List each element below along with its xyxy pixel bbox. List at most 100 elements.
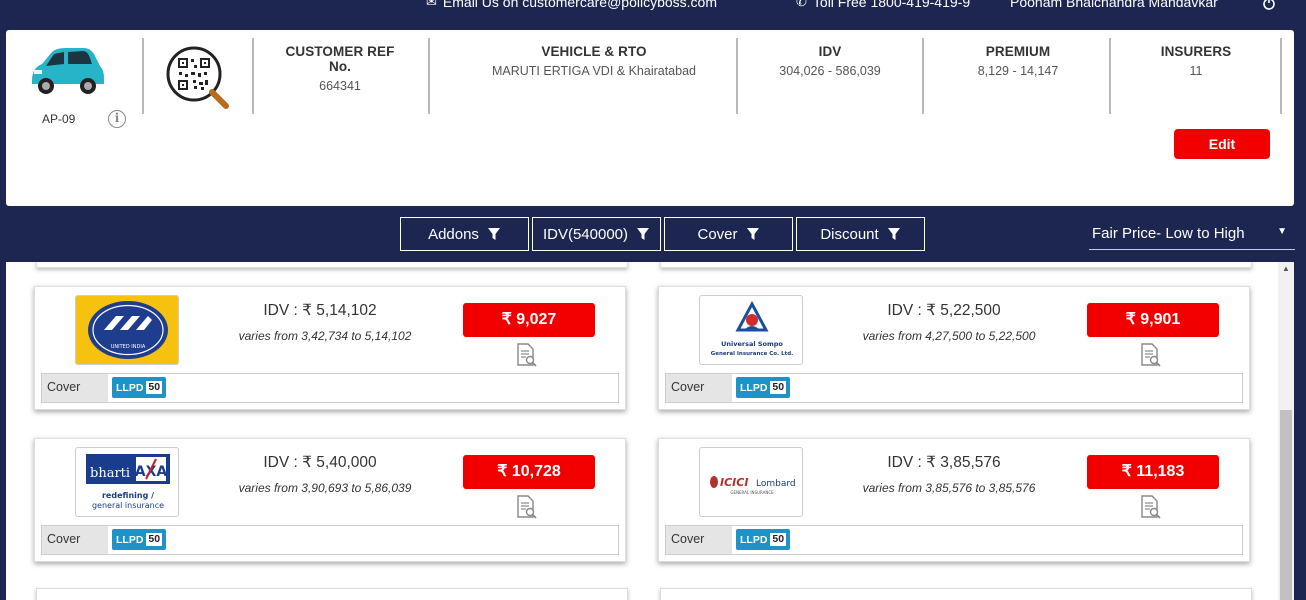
- badge-label: LLPD: [116, 533, 144, 546]
- scroll-up-icon[interactable]: ▲: [1282, 264, 1290, 273]
- badge-value: 50: [146, 533, 163, 546]
- document-search-icon[interactable]: [515, 495, 537, 519]
- svg-text:Universal Sompo: Universal Sompo: [721, 340, 783, 348]
- vehicle-block: AP-09 i: [26, 40, 126, 140]
- logo-text: AXA: [135, 464, 168, 480]
- premium-column: PREMIUM 8,129 - 14,147: [930, 44, 1106, 78]
- previous-card-edge: [660, 262, 1252, 268]
- document-search-icon[interactable]: [1139, 343, 1161, 367]
- idv-value: IDV : ₹ 5,14,102: [263, 302, 377, 319]
- idv-filter-label: IDV(540000): [542, 225, 629, 243]
- quote-card-united-india[interactable]: UNITED INDIA IDV : ₹ 5,14,102 varies fro…: [34, 286, 626, 410]
- idv-range: varies from 3,42,734 to 5,14,102: [238, 329, 412, 343]
- car-icon: [32, 48, 104, 94]
- user-menu[interactable]: Poonam Bhalchandra Mandavkar: [1010, 0, 1218, 10]
- power-icon[interactable]: [1262, 0, 1276, 10]
- scrollbar-thumb[interactable]: [1280, 410, 1292, 600]
- column-value: 664341: [319, 79, 361, 93]
- divider: [252, 38, 254, 114]
- divider: [1280, 38, 1282, 114]
- premium-buy-button[interactable]: ₹ 9,027: [463, 303, 595, 337]
- premium-buy-button[interactable]: ₹ 9,901: [1087, 303, 1219, 337]
- sort-selected-value: Fair Price- Low to High: [1092, 225, 1245, 242]
- badge-value: 50: [146, 381, 163, 394]
- vehicle-rto-column: VEHICLE & RTO MARUTI ERTIGA VDI & Khaira…: [446, 44, 742, 78]
- sort-select[interactable]: Fair Price- Low to High ▼: [1089, 218, 1295, 250]
- premium-buy-button[interactable]: ₹ 10,728: [463, 455, 595, 489]
- tollfree-link[interactable]: ✆ Toll Free 1800-419-419-9: [796, 0, 970, 10]
- caret-down-icon: ▼: [1277, 226, 1287, 237]
- column-value: 11: [1189, 64, 1203, 78]
- qr-search-button[interactable]: [166, 46, 230, 110]
- llpd-badge: LLPD 50: [736, 377, 791, 398]
- column-value: 8,129 - 14,147: [977, 64, 1059, 78]
- premium-buy-button[interactable]: ₹ 11,183: [1087, 455, 1219, 489]
- divider: [736, 38, 738, 114]
- envelope-icon: ✉: [426, 0, 437, 9]
- rto-code: AP-09: [42, 112, 76, 126]
- column-value: 304,026 - 586,039: [779, 64, 881, 78]
- discount-filter-label: Discount: [820, 225, 879, 243]
- badge-label: LLPD: [740, 533, 768, 546]
- united-india-logo: UNITED INDIA: [75, 295, 179, 365]
- llpd-badge: LLPD 50: [112, 529, 167, 550]
- edit-button[interactable]: Edit: [1174, 129, 1270, 159]
- next-card-edge: [660, 588, 1252, 600]
- divider: [428, 38, 430, 114]
- quote-summary-card: AP-09 i CUSTOMER REF No. 664341 VEHICLE …: [6, 30, 1294, 206]
- icici-lombard-logo: ICICI Lombard GENERAL INSURANCE: [699, 447, 803, 517]
- cover-filter-button[interactable]: Cover: [664, 217, 793, 251]
- previous-card-edge: [36, 262, 628, 268]
- logo-text: bharti: [90, 466, 130, 481]
- bharti-axa-logo: bharti AXA redefining / general insuranc…: [75, 447, 179, 517]
- filter-icon: [887, 228, 900, 240]
- qr-magnifier-icon: [166, 46, 229, 109]
- badge-label: LLPD: [740, 381, 768, 394]
- tollfree-text: Toll Free 1800-419-419-9: [812, 0, 971, 10]
- divider: [142, 38, 144, 114]
- idv-range: varies from 4,27,500 to 5,22,500: [862, 329, 1036, 343]
- logo-text: ICICI: [720, 476, 748, 489]
- discount-filter-button[interactable]: Discount: [796, 217, 925, 251]
- idv-filter-button[interactable]: IDV(540000): [532, 217, 661, 251]
- customer-ref-column: CUSTOMER REF No. 664341: [274, 44, 406, 93]
- quote-card-bharti-axa[interactable]: bharti AXA redefining / general insuranc…: [34, 438, 626, 562]
- quote-card-icici-lombard[interactable]: ICICI Lombard GENERAL INSURANCE IDV : ₹ …: [658, 438, 1250, 562]
- quote-card-universal-sompo[interactable]: Universal Sompo General Insurance Co. Lt…: [658, 286, 1250, 410]
- logo-text: Lombard: [756, 479, 796, 489]
- user-name: Poonam Bhalchandra Mandavkar: [1010, 0, 1218, 10]
- filter-icon: [746, 228, 759, 240]
- idv-value: IDV : ₹ 5,40,000: [263, 454, 377, 471]
- results-scrollbar[interactable]: ▲: [1278, 262, 1294, 600]
- next-card-edge: [36, 588, 628, 600]
- document-search-icon[interactable]: [515, 343, 537, 367]
- document-search-icon[interactable]: [1139, 495, 1161, 519]
- llpd-badge: LLPD 50: [112, 377, 167, 398]
- column-header: IDV: [818, 44, 842, 59]
- idv-range: varies from 3,90,693 to 5,86,039: [238, 481, 412, 495]
- cover-label: Cover: [666, 526, 732, 554]
- results-list[interactable]: UNITED INDIA IDV : ₹ 5,14,102 varies fro…: [6, 262, 1294, 600]
- badge-value: 50: [770, 381, 787, 394]
- logo-text: redefining /: [102, 491, 154, 500]
- cover-label: Cover: [42, 526, 108, 554]
- insurers-column: INSURERS 11: [1126, 44, 1266, 78]
- logo-text: UNITED INDIA: [111, 344, 146, 350]
- divider: [1109, 38, 1111, 114]
- phone-icon: ✆: [796, 0, 807, 9]
- cover-row: Cover LLPD 50: [41, 373, 619, 403]
- filter-icon: [487, 228, 500, 240]
- info-icon[interactable]: i: [108, 110, 126, 128]
- cover-label: Cover: [42, 374, 108, 402]
- divider: [922, 38, 924, 114]
- email-link[interactable]: ✉ Email Us on customercare@policyboss.co…: [426, 0, 717, 10]
- cover-label: Cover: [666, 374, 732, 402]
- column-header: PREMIUM: [985, 44, 1051, 59]
- addons-filter-label: Addons: [428, 225, 479, 243]
- cover-row: Cover LLPD 50: [665, 525, 1243, 555]
- cover-filter-label: Cover: [697, 225, 738, 243]
- cover-row: Cover LLPD 50: [41, 525, 619, 555]
- logo-text: general insurance: [92, 501, 164, 510]
- column-header: CUSTOMER REF No.: [285, 44, 395, 74]
- addons-filter-button[interactable]: Addons: [400, 217, 529, 251]
